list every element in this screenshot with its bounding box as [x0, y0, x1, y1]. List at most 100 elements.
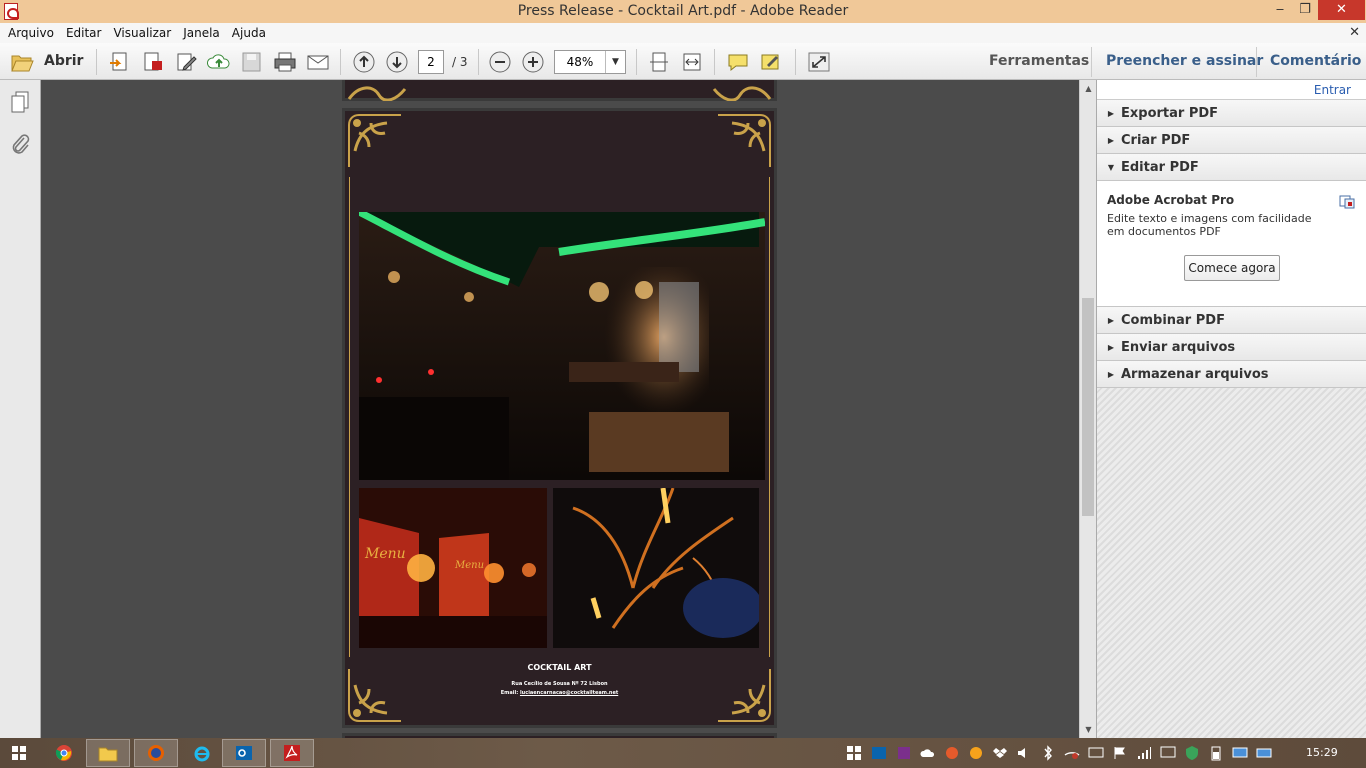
section-create-pdf[interactable]: ▶ Criar PDF: [1097, 127, 1366, 154]
zoom-out-icon[interactable]: [488, 51, 512, 73]
page-thumbnails-icon[interactable]: [9, 90, 31, 114]
taskbar-clock[interactable]: 15:29: [1306, 746, 1338, 759]
folder-open-icon[interactable]: [10, 51, 34, 73]
menu-bar: Arquivo Editar Visualizar Janela Ajuda ✕: [0, 23, 1366, 43]
document-scrollbar[interactable]: ▲ ▼: [1079, 80, 1096, 738]
tray-windows-icon[interactable]: [846, 745, 862, 761]
convert-pdf-icon[interactable]: [108, 51, 132, 73]
windows-start-icon[interactable]: [12, 746, 26, 760]
menu-ajuda[interactable]: Ajuda: [226, 26, 272, 40]
page-border-line: [349, 177, 350, 657]
tray-shield-icon[interactable]: [1184, 745, 1200, 761]
tray-signal-icon[interactable]: [1136, 745, 1152, 761]
save-icon[interactable]: [240, 51, 264, 73]
previous-page-bottom: [342, 80, 777, 101]
tray-presentation-icon[interactable]: [1160, 745, 1176, 761]
email-icon[interactable]: [306, 51, 330, 73]
page-border-line: [769, 177, 770, 657]
tray-avast-icon[interactable]: [968, 745, 984, 761]
fullscreen-icon[interactable]: [807, 51, 831, 73]
folder-icon: [98, 747, 118, 762]
section-store-files[interactable]: ▶ Armazenar arquivos: [1097, 361, 1366, 388]
venue-address: Rua Cecílio de Sousa Nº 72 Lisbon: [511, 681, 608, 687]
fit-width-icon[interactable]: [680, 51, 704, 73]
chevron-down-icon[interactable]: ▼: [605, 51, 625, 73]
print-icon[interactable]: [273, 51, 297, 73]
comment-pane-button[interactable]: Comentário: [1270, 53, 1361, 69]
sticky-note-icon[interactable]: [726, 51, 750, 73]
scroll-down-arrow[interactable]: ▼: [1080, 725, 1097, 734]
tools-pane-button[interactable]: Ferramentas: [989, 53, 1089, 69]
fill-and-sign-pane-button[interactable]: Preencher e assinar: [1106, 53, 1263, 69]
external-window-icon[interactable]: [1339, 193, 1355, 209]
menu-candles-photo: Menu Menu: [359, 488, 547, 648]
tray-bluetooth-icon[interactable]: [1040, 745, 1056, 761]
section-send-files[interactable]: ▶ Enviar arquivos: [1097, 334, 1366, 361]
taskbar-file-explorer[interactable]: [86, 739, 130, 767]
tray-keyboard-icon[interactable]: [1256, 745, 1272, 761]
page-number-input[interactable]: 2: [418, 50, 444, 74]
taskbar-firefox[interactable]: [134, 739, 178, 767]
scroll-up-arrow[interactable]: ▲: [1080, 84, 1097, 93]
tray-sync-icon[interactable]: [944, 745, 960, 761]
tray-dropbox-icon[interactable]: [992, 745, 1008, 761]
triangle-down-icon: ▼: [1107, 162, 1115, 172]
product-description: Edite texto e imagens com facilidade em …: [1107, 212, 1312, 238]
attachment-icon[interactable]: [9, 132, 31, 156]
menu-editar[interactable]: Editar: [60, 26, 108, 40]
edit-icon[interactable]: [175, 51, 199, 73]
create-pdf-icon[interactable]: [141, 51, 165, 73]
document-view[interactable]: Menu Menu COCKTAIL ART Rua Cecílio de So…: [41, 80, 1079, 738]
tray-outlook-icon[interactable]: [871, 745, 887, 761]
tray-cloud-icon[interactable]: [920, 745, 936, 761]
highlight-text-icon[interactable]: [759, 51, 783, 73]
taskbar-chrome[interactable]: [42, 739, 86, 767]
section-combine-pdf[interactable]: ▶ Combinar PDF: [1097, 307, 1366, 334]
fit-page-icon[interactable]: [647, 51, 671, 73]
open-button[interactable]: Abrir: [44, 53, 83, 69]
outlook-icon: [236, 746, 252, 760]
tray-volume-icon[interactable]: [1016, 745, 1032, 761]
tray-network-icon[interactable]: [1064, 745, 1080, 761]
triangle-right-icon: ▶: [1107, 342, 1115, 352]
close-document-button[interactable]: ✕: [1349, 25, 1360, 40]
toolbar-divider: [636, 49, 637, 75]
section-export-pdf[interactable]: ▶ Exportar PDF: [1097, 100, 1366, 127]
tray-monitor-icon[interactable]: [1232, 745, 1248, 761]
minimize-button[interactable]: ‒: [1266, 0, 1294, 20]
taskbar-adobe-reader[interactable]: [270, 739, 314, 767]
menu-janela[interactable]: Janela: [177, 26, 226, 40]
triangle-right-icon: ▶: [1107, 108, 1115, 118]
close-button[interactable]: ✕: [1318, 0, 1365, 20]
signin-link[interactable]: Entrar: [1314, 83, 1351, 97]
toolbar: Abrir 2 / 3 48% ▼ Ferramentas Preencher …: [0, 43, 1366, 80]
venue-name: COCKTAIL ART: [527, 663, 592, 672]
zoom-level-select[interactable]: 48% ▼: [554, 50, 626, 74]
tray-battery-icon[interactable]: [1208, 745, 1224, 761]
taskbar-outlook[interactable]: [222, 739, 266, 767]
page-total: / 3: [452, 55, 468, 69]
menu-arquivo[interactable]: Arquivo: [2, 26, 60, 40]
triangle-right-icon: ▶: [1107, 369, 1115, 379]
triangle-right-icon: ▶: [1107, 135, 1115, 145]
taskbar-internet-explorer[interactable]: [180, 739, 224, 767]
email-link[interactable]: luciaencarnacao@cocktailteam.net: [520, 690, 618, 696]
start-now-button[interactable]: Comece agora: [1184, 255, 1280, 281]
scrollbar-thumb[interactable]: [1082, 298, 1094, 516]
zoom-in-icon[interactable]: [521, 51, 545, 73]
upload-cloud-icon[interactable]: [207, 51, 231, 73]
tray-display-icon[interactable]: [1088, 745, 1104, 761]
title-bar: Press Release - Cocktail Art.pdf - Adobe…: [0, 0, 1366, 23]
section-label: Editar PDF: [1121, 159, 1199, 175]
menu-visualizar[interactable]: Visualizar: [107, 26, 177, 40]
section-edit-pdf[interactable]: ▼ Editar PDF: [1097, 154, 1366, 181]
toolbar-divider: [96, 49, 97, 75]
previous-page-icon[interactable]: [352, 51, 376, 73]
tray-onenote-icon[interactable]: [896, 745, 912, 761]
svg-text:Menu: Menu: [364, 546, 406, 562]
tray-flag-icon[interactable]: [1112, 745, 1128, 761]
ornament-decoration: [347, 86, 407, 101]
next-page-icon[interactable]: [385, 51, 409, 73]
section-label: Combinar PDF: [1121, 312, 1225, 328]
maximize-button[interactable]: ❐: [1291, 0, 1319, 20]
